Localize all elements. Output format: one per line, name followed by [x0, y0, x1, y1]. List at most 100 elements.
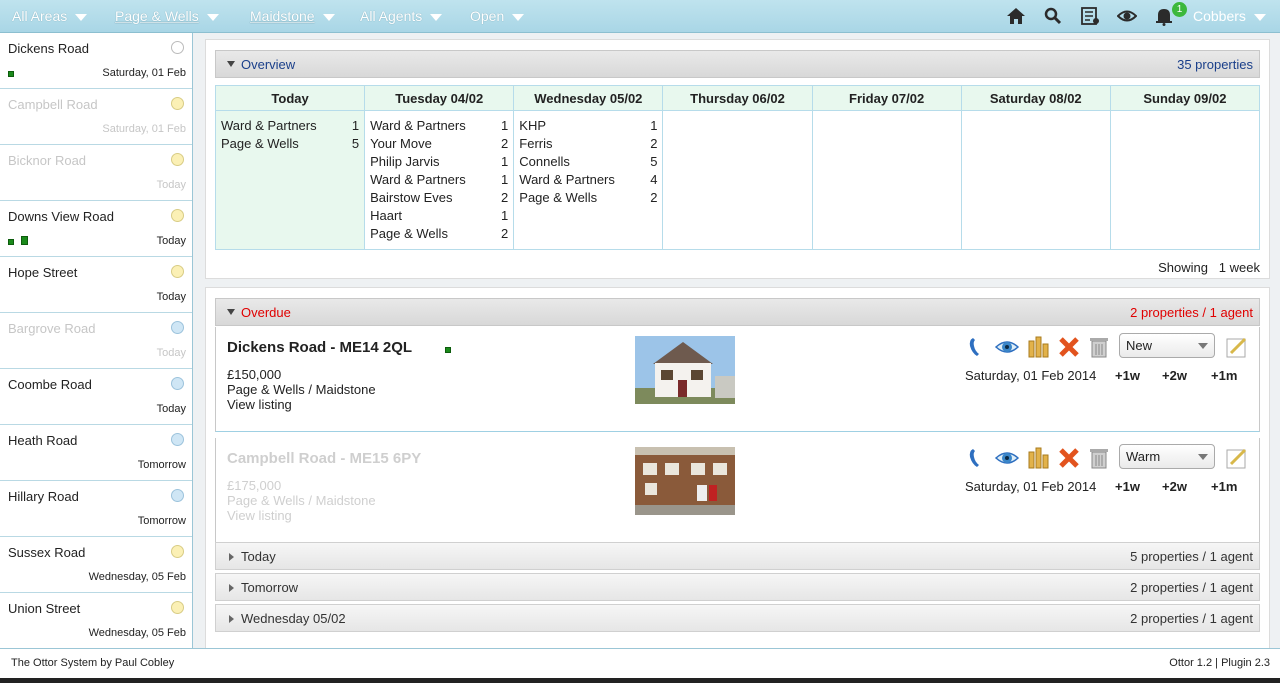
- status-marker: [445, 347, 451, 353]
- sidebar-item[interactable]: Downs View Road Today: [0, 201, 192, 257]
- sidebar-item[interactable]: Coombe Road Today: [0, 369, 192, 425]
- list-icon[interactable]: [1080, 6, 1100, 26]
- group-header-today[interactable]: Today 5 properties / 1 agent: [215, 542, 1260, 570]
- sidebar-item[interactable]: Campbell Road Saturday, 01 Feb: [0, 89, 192, 145]
- sidebar-item[interactable]: Union Street Wednesday, 05 Feb: [0, 593, 192, 648]
- agent-count-row[interactable]: Ward & Partners 1: [370, 117, 508, 135]
- agent-count-row[interactable]: Page & Wells 2: [519, 189, 657, 207]
- agent-count-row[interactable]: KHP 1: [519, 117, 657, 135]
- agent-count-row[interactable]: Ward & Partners 4: [519, 171, 657, 189]
- cross-icon[interactable]: [1057, 446, 1081, 470]
- agents-filter[interactable]: All Agents: [360, 0, 443, 33]
- area-filter[interactable]: All Areas: [12, 0, 88, 33]
- chevron-down-icon: [322, 13, 335, 21]
- bell-icon[interactable]: [1154, 6, 1174, 26]
- day-header: Wednesday 05/02: [513, 85, 664, 111]
- view-listing-link[interactable]: View listing: [227, 508, 292, 523]
- agent-count-row[interactable]: Page & Wells 5: [221, 135, 359, 153]
- chevron-down-icon: [1198, 343, 1208, 349]
- day-cell: [1109, 110, 1261, 250]
- property-title: Campbell Road - ME15 6PY: [227, 450, 422, 467]
- expand-icon: [229, 584, 234, 592]
- note-icon[interactable]: [1225, 335, 1249, 359]
- agent-branch-filter[interactable]: Page & Wells: [115, 0, 219, 33]
- group-title: Tomorrow: [241, 580, 299, 595]
- sidebar-item[interactable]: Sussex Road Wednesday, 05 Feb: [0, 537, 192, 593]
- footer-credit: The Ottor System by Paul Cobley: [11, 657, 175, 669]
- sidebar-item-date: Today: [156, 291, 186, 303]
- sidebar-item[interactable]: Bicknor Road Today: [0, 145, 192, 201]
- agent-count-row[interactable]: Bairstow Eves 2: [370, 189, 508, 207]
- expand-icon: [229, 615, 234, 623]
- chevron-down-icon: [206, 13, 219, 21]
- snooze-2w-button[interactable]: +2w: [1162, 479, 1187, 494]
- day-header: Tuesday 04/02: [364, 85, 515, 111]
- phone-icon[interactable]: [965, 446, 989, 470]
- property-photo[interactable]: [635, 447, 735, 515]
- coins-icon[interactable]: [1026, 335, 1050, 359]
- town-filter[interactable]: Maidstone: [250, 0, 335, 33]
- overview-count: 35 properties: [1177, 57, 1253, 72]
- property-date: Saturday, 01 Feb 2014: [965, 479, 1097, 494]
- day-cell: KHP 1 Ferris 2 Connells 5 Ward & Partners 4 …: [513, 110, 664, 250]
- coins-icon[interactable]: [1026, 446, 1050, 470]
- sidebar-item-name: Downs View Road: [8, 209, 114, 224]
- property-agent: Page & Wells / Maidstone: [227, 493, 376, 508]
- agent-count-row[interactable]: Philip Jarvis 1: [370, 153, 508, 171]
- agent-count-row[interactable]: Ward & Partners 1: [370, 171, 508, 189]
- overdue-meta: 2 properties / 1 agent: [1130, 305, 1253, 320]
- sidebar-item[interactable]: Heath Road Tomorrow: [0, 425, 192, 481]
- snooze-1w-button[interactable]: +1w: [1115, 479, 1140, 494]
- agent-count-row[interactable]: Ward & Partners 1: [221, 117, 359, 135]
- eye-icon[interactable]: [995, 335, 1019, 359]
- sidebar-item-date: Wednesday, 05 Feb: [88, 627, 186, 639]
- snooze-1w-button[interactable]: +1w: [1115, 368, 1140, 383]
- trash-icon[interactable]: [1087, 446, 1111, 470]
- phone-icon[interactable]: [965, 335, 989, 359]
- sidebar-item[interactable]: Hillary Road Tomorrow: [0, 481, 192, 537]
- chevron-down-icon: [430, 13, 443, 21]
- sidebar-item[interactable]: Hope Street Today: [0, 257, 192, 313]
- search-icon[interactable]: [1043, 6, 1063, 26]
- status-filter[interactable]: Open: [470, 0, 525, 33]
- overdue-panel: Overdue 2 properties / 1 agent Dickens R…: [205, 287, 1270, 648]
- snooze-1m-button[interactable]: +1m: [1211, 368, 1237, 383]
- sidebar-item-date: Saturday, 01 Feb: [102, 123, 186, 135]
- cross-icon[interactable]: [1057, 335, 1081, 359]
- agent-count-row[interactable]: Your Move 2: [370, 135, 508, 153]
- sidebar-item-name: Dickens Road: [8, 41, 89, 56]
- eye-icon[interactable]: [1117, 6, 1137, 26]
- status-dot: [171, 41, 184, 54]
- eye-icon[interactable]: [995, 446, 1019, 470]
- showing-range[interactable]: Showing 1 week: [1158, 260, 1260, 275]
- sidebar-item[interactable]: Bargrove Road Today: [0, 313, 192, 369]
- agent-count-row[interactable]: Connells 5: [519, 153, 657, 171]
- home-icon[interactable]: [1006, 6, 1026, 26]
- snooze-1m-button[interactable]: +1m: [1211, 479, 1237, 494]
- sidebar-item[interactable]: Dickens Road Saturday, 01 Feb: [0, 33, 192, 89]
- sidebar-item-name: Hope Street: [8, 265, 78, 280]
- status-select[interactable]: Warm: [1119, 444, 1215, 469]
- property-price: £175,000: [227, 478, 282, 493]
- property-photo[interactable]: [635, 336, 735, 404]
- property-agent: Page & Wells / Maidstone: [227, 382, 376, 397]
- group-header-tomorrow[interactable]: Tomorrow 2 properties / 1 agent: [215, 573, 1260, 601]
- snooze-2w-button[interactable]: +2w: [1162, 368, 1187, 383]
- status-select[interactable]: New: [1119, 333, 1215, 358]
- status-dot: [171, 209, 184, 222]
- agent-count-row[interactable]: Page & Wells 2: [370, 225, 508, 243]
- overdue-header[interactable]: Overdue 2 properties / 1 agent: [215, 298, 1260, 326]
- main-content: Overview 35 properties Today Tuesday 04/…: [193, 33, 1280, 648]
- overview-header[interactable]: Overview 35 properties: [215, 50, 1260, 78]
- agent-count-row[interactable]: Ferris 2: [519, 135, 657, 153]
- trash-icon[interactable]: [1087, 335, 1111, 359]
- agent-count-row[interactable]: Haart 1: [370, 207, 508, 225]
- view-listing-link[interactable]: View listing: [227, 397, 292, 412]
- note-icon[interactable]: [1225, 446, 1249, 470]
- property-card: Campbell Road - ME15 6PY £175,000 Page &…: [215, 438, 1260, 545]
- sidebar-item-name: Campbell Road: [8, 97, 98, 112]
- overdue-title: Overdue: [241, 305, 291, 320]
- user-menu[interactable]: Cobbers: [1193, 0, 1266, 33]
- group-header-wednesday[interactable]: Wednesday 05/02 2 properties / 1 agent: [215, 604, 1260, 632]
- sidebar-item-date: Wednesday, 05 Feb: [88, 571, 186, 583]
